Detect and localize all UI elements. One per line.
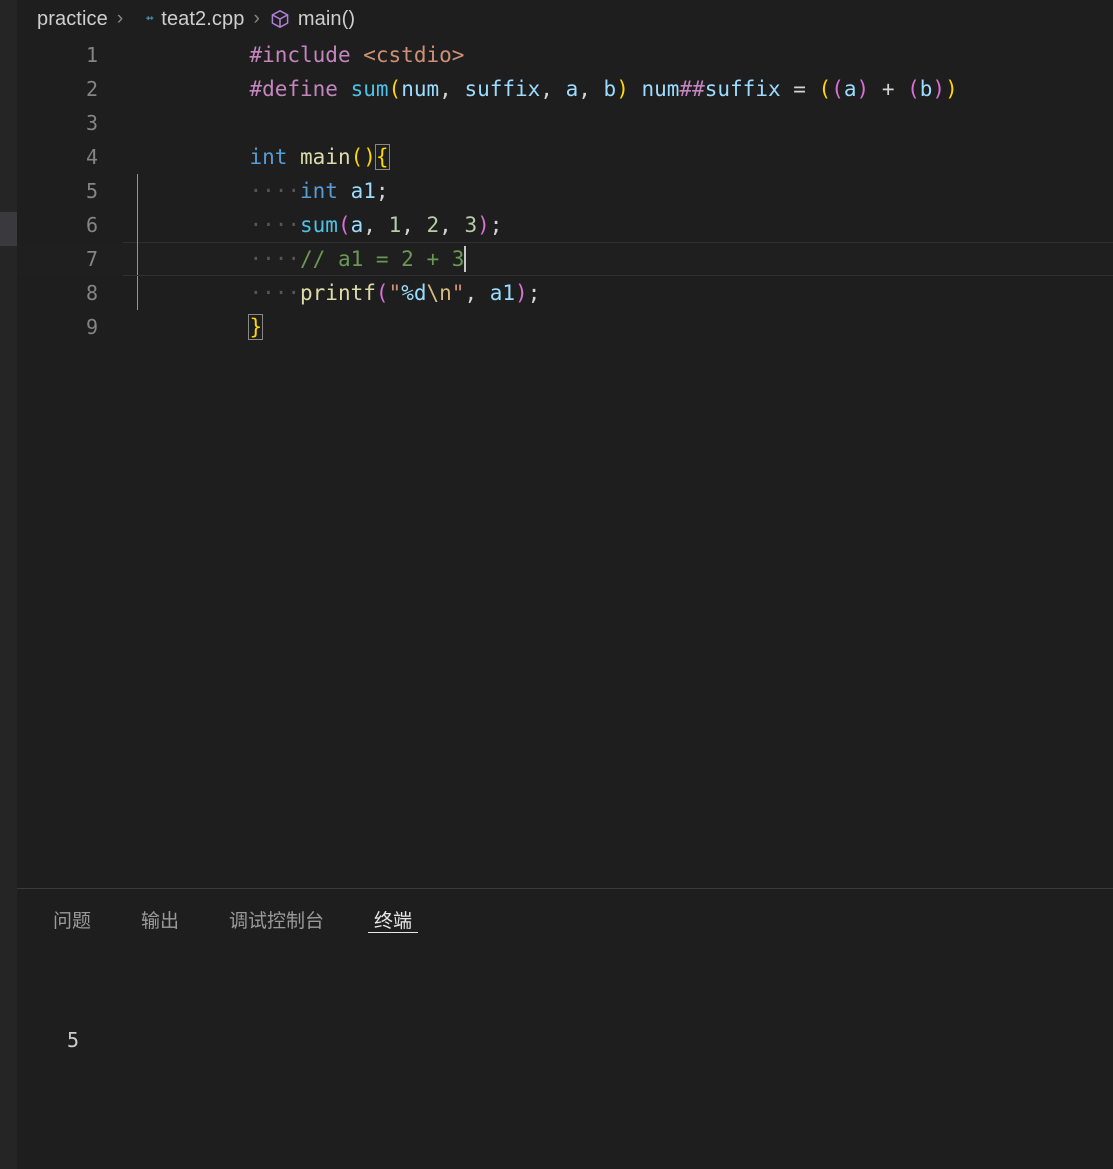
token-body-num: num	[641, 77, 680, 101]
token-quote-close: "	[451, 281, 465, 305]
bottom-panel: 问题 输出 调试控制台 终端 5 -----------------------…	[17, 888, 1113, 1169]
terminal-line-output: 5	[67, 1028, 80, 1052]
token-format-specifier: %d	[401, 281, 427, 305]
token-paren-close: )	[515, 281, 528, 305]
breadcrumb-item-practice[interactable]: practice	[37, 8, 108, 31]
line-number: 5	[85, 179, 98, 203]
editor-left-strip	[0, 0, 17, 1169]
token-paren-close: )	[477, 213, 490, 237]
line-number: 4	[85, 145, 98, 169]
token-plus: +	[869, 77, 908, 101]
token-paren-close: )	[616, 77, 629, 101]
code-line-2[interactable]: 2 #define sum(num, suffix, a, b) num##su…	[17, 72, 1113, 106]
tab-terminal[interactable]: 终端	[368, 889, 419, 949]
line-number: 3	[85, 111, 98, 135]
token-paren-open-3: (	[907, 77, 920, 101]
token-variable-a1: a1	[489, 281, 516, 305]
token-equals: =	[780, 77, 819, 101]
token-body-a: a	[843, 77, 857, 101]
code-line-9[interactable]: 9 }	[17, 310, 1113, 344]
token-comma: ,	[464, 281, 490, 305]
tab-problems[interactable]: 问题	[47, 889, 97, 949]
token-body-b: b	[919, 77, 933, 101]
line-number: 7	[85, 247, 98, 271]
token-param-b: b	[603, 77, 617, 101]
token-semicolon: ;	[489, 213, 503, 237]
terminal-output[interactable]: 5 -------------------------------- Proce…	[17, 949, 1113, 1169]
token-paren-open: (	[388, 77, 402, 101]
line-number: 8	[85, 281, 98, 305]
tab-debug-console[interactable]: 调试控制台	[223, 889, 330, 949]
token-comma: ,	[578, 77, 604, 101]
editor-region: practice › teat2.cpp › main() 1 #include…	[17, 0, 1113, 888]
breadcrumb-label-practice: practice	[37, 7, 108, 30]
tab-output[interactable]: 输出	[135, 889, 185, 949]
token-paren-open: (	[375, 281, 389, 305]
code-editor-content[interactable]: 1 #include <cstdio> 2 #define sum(num, s…	[17, 38, 1113, 888]
code-line-text: }	[123, 276, 264, 378]
tab-problems-label: 问题	[53, 910, 92, 932]
token-preprocessor: #define	[249, 77, 338, 101]
token-concat-operator: ##	[679, 77, 705, 101]
panel-tab-bar: 问题 输出 调试控制台 终端	[17, 889, 1113, 949]
line-number: 6	[85, 213, 98, 237]
token-param-num: num	[401, 77, 440, 101]
token-paren-open-2: (	[831, 77, 844, 101]
token-paren-close-1: )	[945, 77, 958, 101]
token-quote-open: "	[388, 281, 402, 305]
token-param-suffix: suffix	[464, 77, 541, 101]
line-number: 2	[85, 77, 98, 101]
token-comma: ,	[540, 77, 566, 101]
token-comma: ,	[439, 77, 465, 101]
line-number: 9	[85, 315, 98, 339]
vscode-window: practice › teat2.cpp › main() 1 #include…	[0, 0, 1113, 1169]
token-paren-close-3: )	[932, 77, 946, 101]
token-paren-close-2: )	[856, 77, 870, 101]
token-function-printf: printf	[300, 281, 376, 305]
tab-debug-console-label: 调试控制台	[229, 910, 325, 932]
tab-terminal-label: 终端	[374, 910, 413, 932]
token-escape-newline: \n	[426, 281, 452, 305]
tab-output-label: 输出	[141, 910, 180, 932]
token-param-a: a	[565, 77, 579, 101]
token-macro-name: sum	[350, 77, 389, 101]
line-number: 1	[85, 43, 98, 67]
token-semicolon: ;	[527, 281, 541, 305]
token-brace-close: }	[248, 314, 264, 340]
token-body-suffix: suffix	[704, 77, 781, 101]
overview-scrollbar-slider[interactable]	[0, 212, 17, 246]
token-paren-open-1: (	[818, 77, 832, 101]
